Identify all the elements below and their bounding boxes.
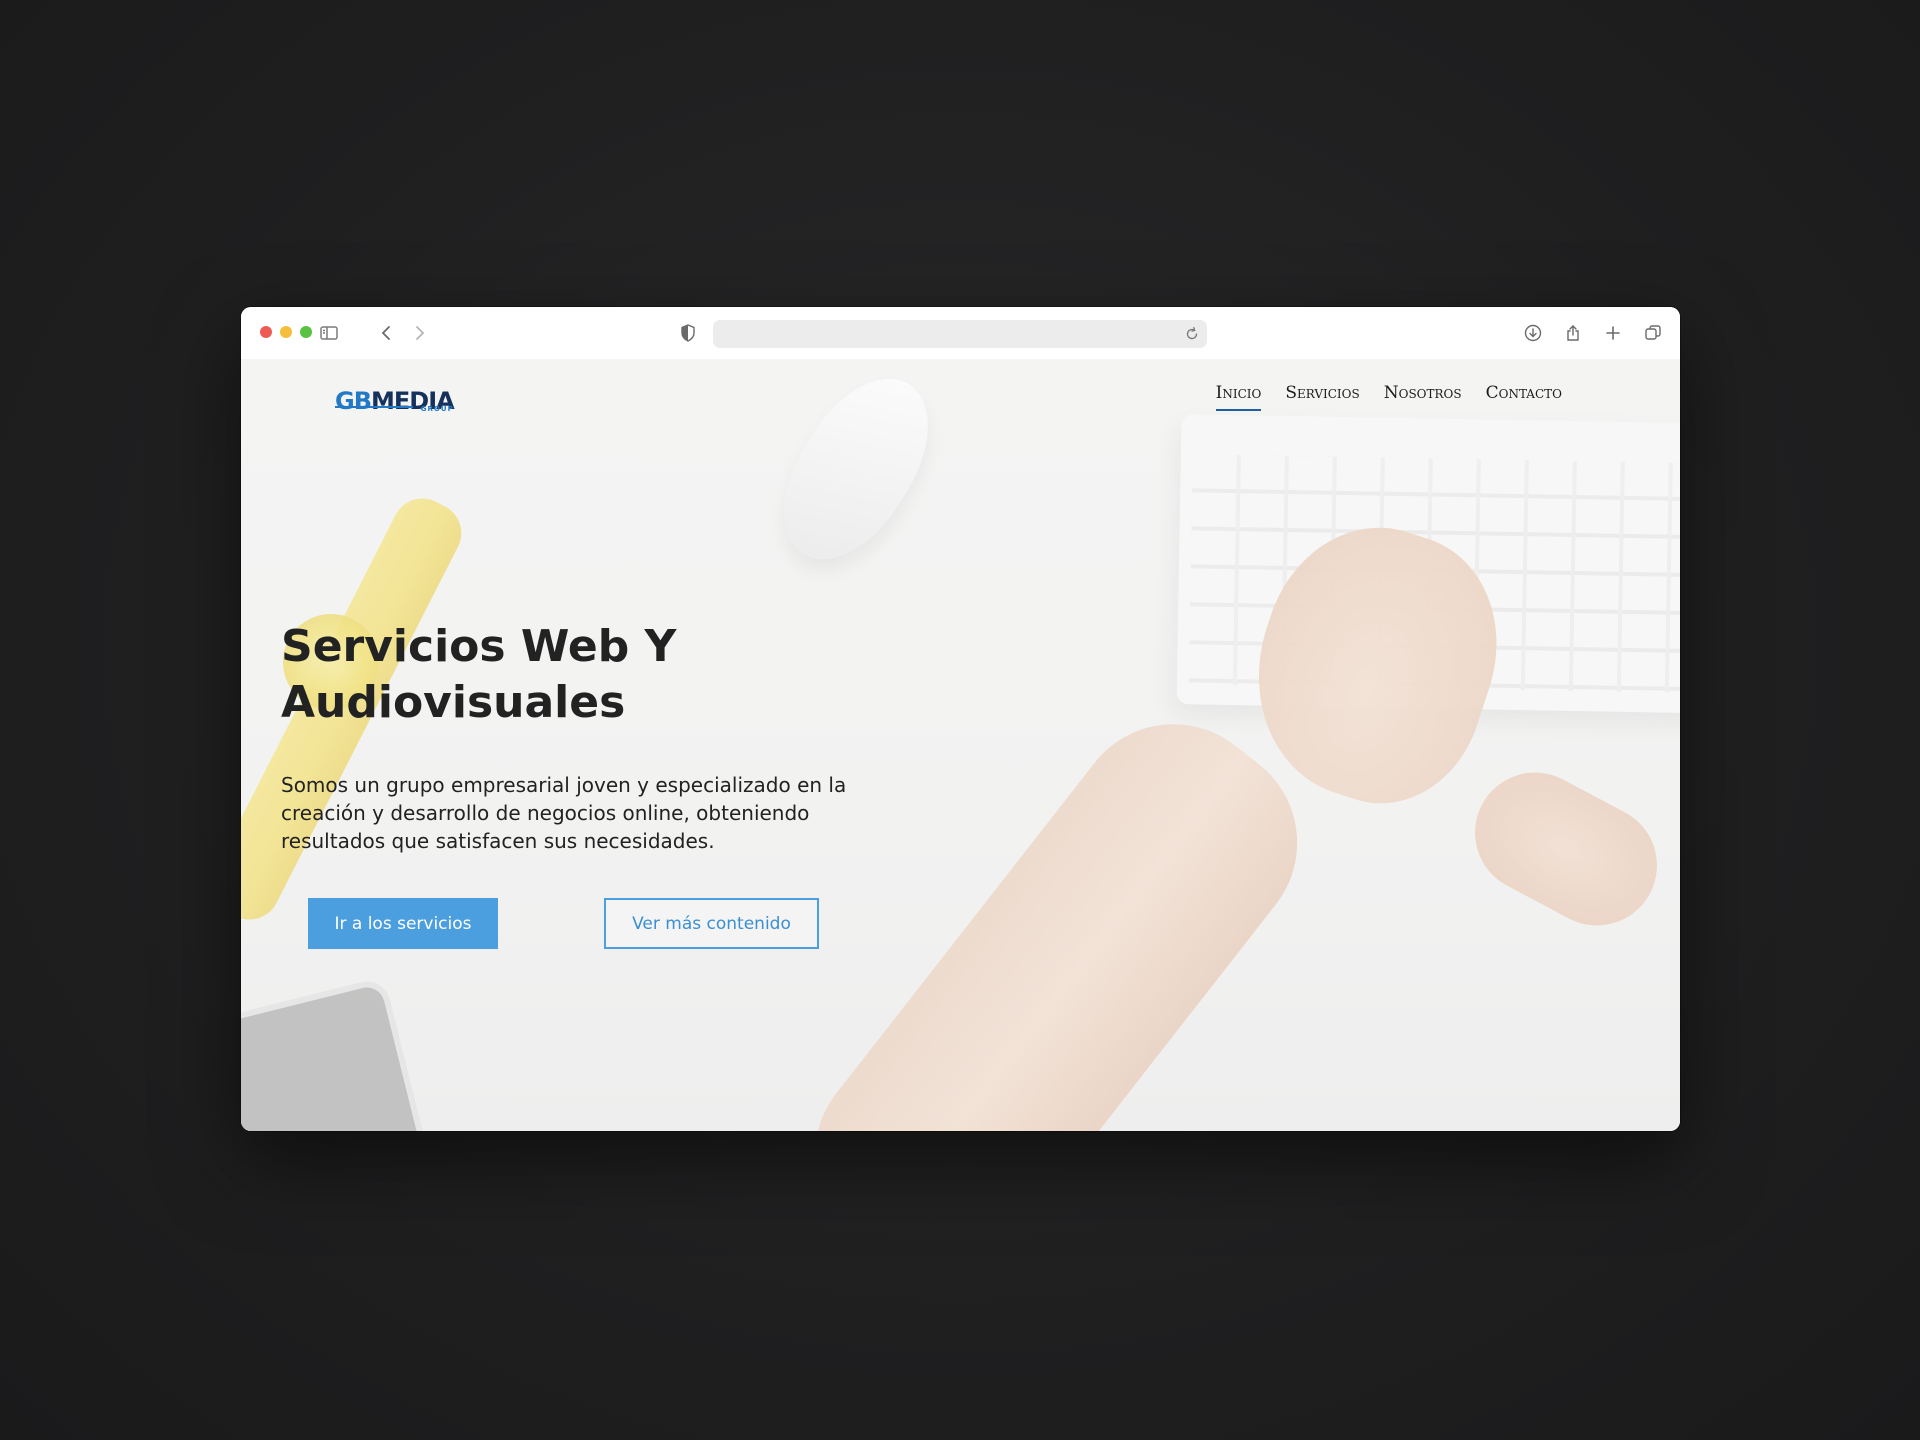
sidebar-icon[interactable] (317, 321, 341, 345)
browser-toolbar (241, 307, 1680, 360)
reload-icon[interactable] (1183, 325, 1201, 343)
logo-underline (335, 406, 413, 408)
address-bar[interactable] (713, 320, 1207, 348)
hero-title: Servicios Web Y Audiovisuales (281, 621, 677, 728)
nav-item-inicio[interactable]: Inicio (1215, 383, 1262, 411)
web-page: GB MEDIA GROUP Inicio Servicios Nosotros… (241, 359, 1680, 1131)
plus-icon[interactable] (1601, 321, 1625, 345)
services-button[interactable]: Ir a los servicios (308, 898, 498, 949)
hero-description: Somos un grupo empresarial joven y espec… (281, 773, 847, 853)
share-icon[interactable] (1561, 321, 1585, 345)
download-icon[interactable] (1521, 321, 1545, 345)
zoom-window-button[interactable] (300, 326, 312, 338)
hero-overlay (241, 359, 1680, 1131)
shield-icon[interactable] (676, 321, 700, 345)
nav-item-contacto[interactable]: Contacto (1486, 383, 1562, 411)
logo-gb: GB (335, 387, 372, 415)
more-content-button[interactable]: Ver más contenido (604, 898, 819, 949)
nav-item-nosotros[interactable]: Nosotros (1384, 383, 1462, 411)
logo-group: GROUP (420, 405, 454, 413)
tabs-overview-icon[interactable] (1641, 321, 1665, 345)
chevron-left-icon[interactable] (375, 321, 399, 345)
minimize-window-button[interactable] (280, 326, 292, 338)
browser-window: GB MEDIA GROUP Inicio Servicios Nosotros… (241, 307, 1680, 1131)
nav-item-servicios[interactable]: Servicios (1285, 383, 1359, 411)
main-nav: Inicio Servicios Nosotros Contacto (1215, 383, 1562, 411)
site-logo[interactable]: GB MEDIA GROUP (335, 379, 455, 415)
close-window-button[interactable] (260, 326, 272, 338)
chevron-right-icon[interactable] (407, 321, 431, 345)
